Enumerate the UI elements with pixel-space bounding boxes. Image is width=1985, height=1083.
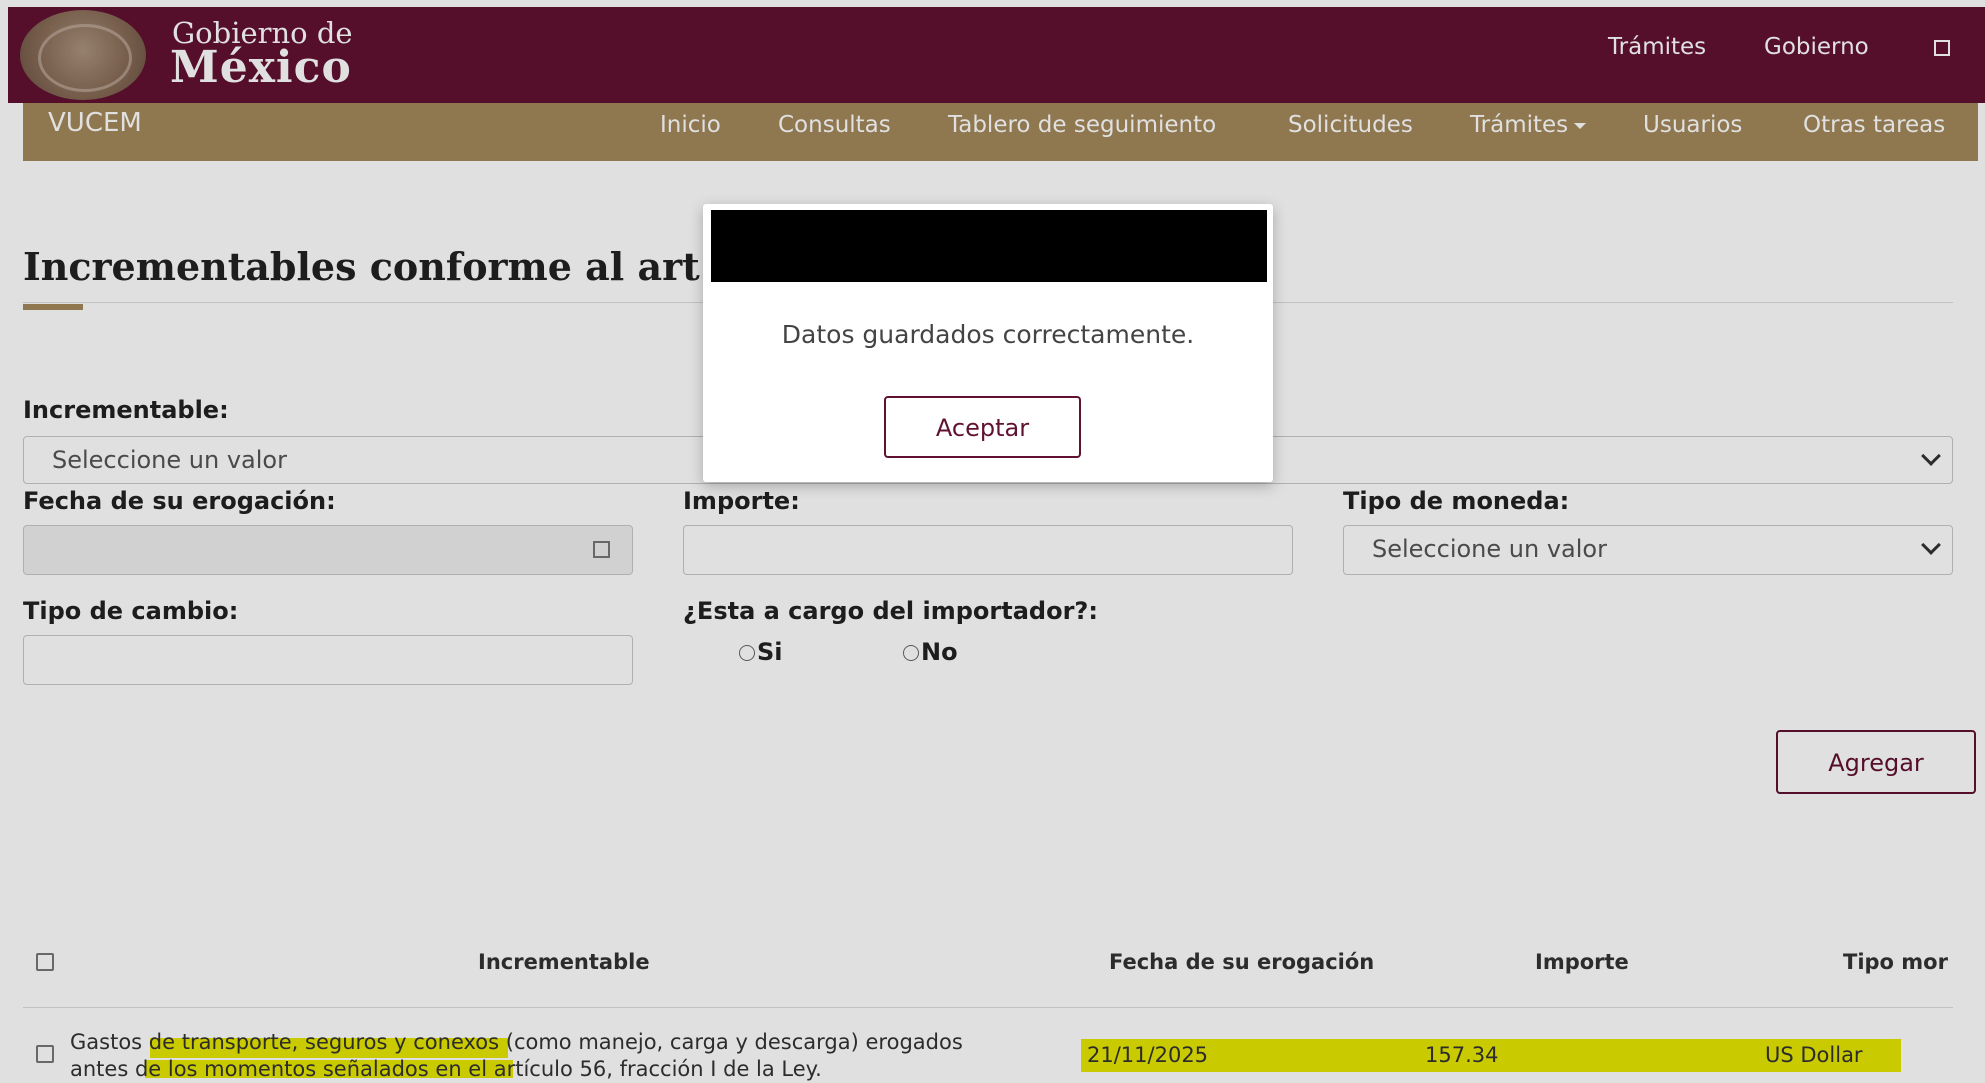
modal-header-redacted — [711, 210, 1267, 282]
aceptar-button[interactable]: Aceptar — [884, 396, 1081, 458]
modal-backdrop[interactable] — [0, 0, 1985, 1083]
confirmation-dialog: Datos guardados correctamente. Aceptar — [703, 204, 1273, 482]
modal-message: Datos guardados correctamente. — [781, 320, 1195, 349]
